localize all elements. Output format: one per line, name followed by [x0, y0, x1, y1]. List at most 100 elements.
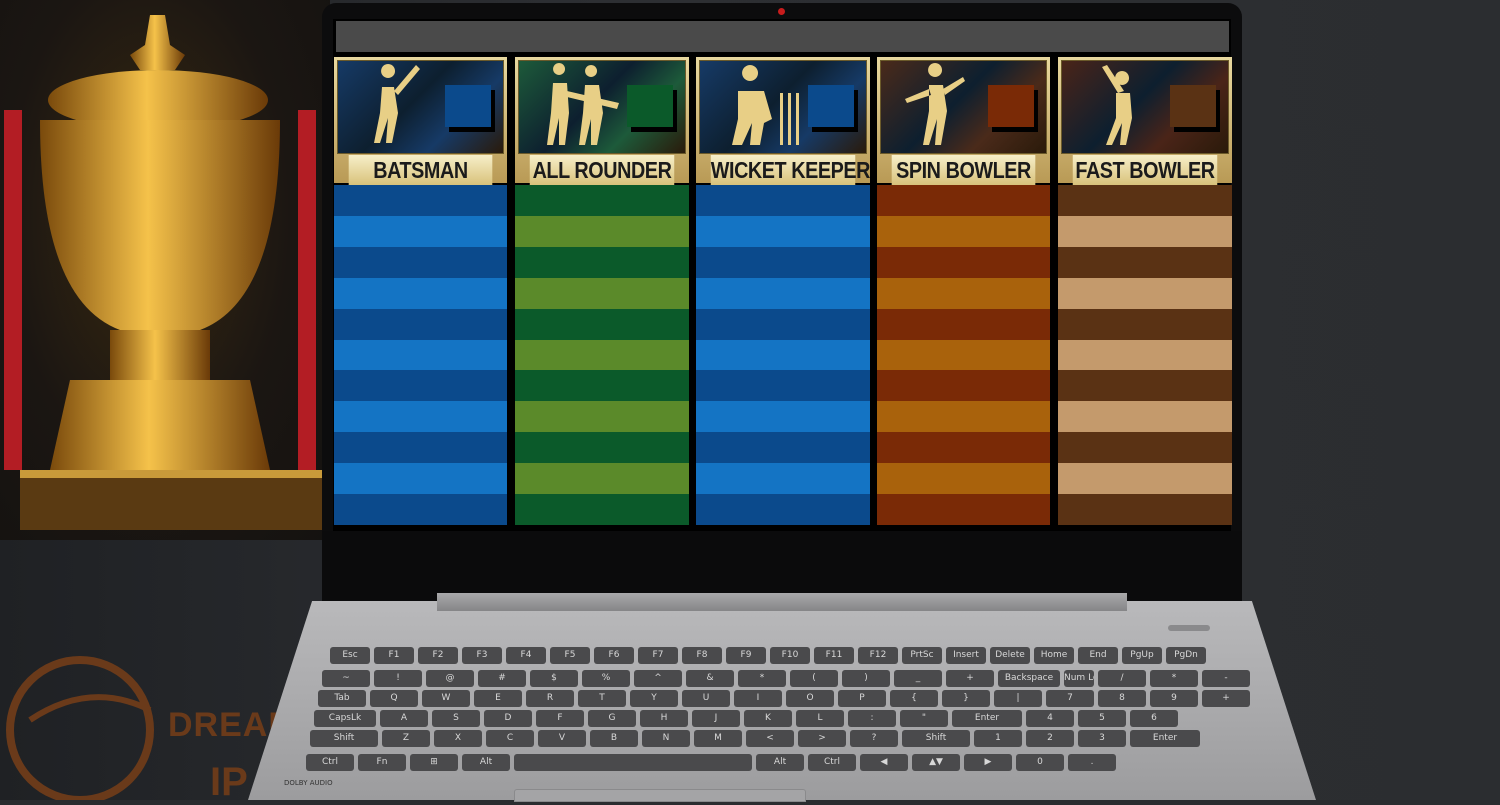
- key[interactable]: 0: [1016, 754, 1064, 771]
- role-card[interactable]: SPIN BOWLER: [877, 57, 1050, 185]
- slot-row[interactable]: [696, 215, 870, 247]
- key[interactable]: CapsLk: [314, 710, 376, 727]
- role-column-spin-bowler[interactable]: SPIN BOWLER: [877, 57, 1050, 525]
- key[interactable]: _: [894, 670, 942, 687]
- slot-row[interactable]: [334, 185, 507, 216]
- slot-row[interactable]: [1058, 308, 1232, 340]
- slot-row[interactable]: [515, 339, 689, 371]
- key[interactable]: ▲▼: [912, 754, 960, 771]
- key[interactable]: 7: [1046, 690, 1094, 707]
- key[interactable]: K: [744, 710, 792, 727]
- key[interactable]: &: [686, 670, 734, 687]
- key[interactable]: Tab: [318, 690, 366, 707]
- key[interactable]: C: [486, 730, 534, 747]
- key[interactable]: :: [848, 710, 896, 727]
- slot-row[interactable]: [696, 339, 870, 371]
- slot-row[interactable]: [877, 494, 1050, 525]
- key[interactable]: F: [536, 710, 584, 727]
- key[interactable]: B: [590, 730, 638, 747]
- slot-row[interactable]: [696, 463, 870, 495]
- key[interactable]: H: [640, 710, 688, 727]
- key[interactable]: PgDn: [1166, 647, 1206, 664]
- slot-row[interactable]: [1058, 277, 1232, 309]
- slot-row[interactable]: [334, 215, 507, 247]
- slot-row[interactable]: [696, 401, 870, 433]
- key[interactable]: #: [478, 670, 526, 687]
- key[interactable]: F9: [726, 647, 766, 664]
- slot-row[interactable]: [696, 370, 870, 402]
- slot-row[interactable]: [334, 370, 507, 402]
- key[interactable]: A: [380, 710, 428, 727]
- key[interactable]: Home: [1034, 647, 1074, 664]
- key[interactable]: +: [946, 670, 994, 687]
- key[interactable]: }: [942, 690, 990, 707]
- key[interactable]: Insert: [946, 647, 986, 664]
- key[interactable]: %: [582, 670, 630, 687]
- role-card[interactable]: ALL ROUNDER: [515, 57, 689, 185]
- key[interactable]: PgUp: [1122, 647, 1162, 664]
- slot-row[interactable]: [696, 494, 870, 525]
- role-column-all-rounder[interactable]: ALL ROUNDER: [515, 57, 689, 525]
- slot-row[interactable]: [696, 277, 870, 309]
- slot-row[interactable]: [1058, 339, 1232, 371]
- slot-row[interactable]: [696, 246, 870, 278]
- key[interactable]: Fn: [358, 754, 406, 771]
- key[interactable]: L: [796, 710, 844, 727]
- role-column-batsman[interactable]: BATSMAN: [334, 57, 507, 525]
- key[interactable]: End: [1078, 647, 1118, 664]
- key[interactable]: Enter: [1130, 730, 1200, 747]
- slot-row[interactable]: [515, 370, 689, 402]
- key[interactable]: Shift: [902, 730, 970, 747]
- key[interactable]: Y: [630, 690, 678, 707]
- key[interactable]: F6: [594, 647, 634, 664]
- key[interactable]: Alt: [462, 754, 510, 771]
- key[interactable]: ▶: [964, 754, 1012, 771]
- slot-row[interactable]: [515, 308, 689, 340]
- slot-row[interactable]: [334, 432, 507, 464]
- key[interactable]: ~: [322, 670, 370, 687]
- slot-row[interactable]: [1058, 185, 1232, 216]
- key[interactable]: W: [422, 690, 470, 707]
- slot-row[interactable]: [1058, 246, 1232, 278]
- key[interactable]: ⊞: [410, 754, 458, 771]
- slot-row[interactable]: [1058, 215, 1232, 247]
- slot-row[interactable]: [877, 401, 1050, 433]
- role-card[interactable]: WICKET KEEPER: [696, 57, 870, 185]
- slot-row[interactable]: [1058, 370, 1232, 402]
- key[interactable]: Num Lock: [1064, 670, 1094, 687]
- key[interactable]: P: [838, 690, 886, 707]
- key[interactable]: @: [426, 670, 474, 687]
- key[interactable]: F7: [638, 647, 678, 664]
- role-card[interactable]: BATSMAN: [334, 57, 507, 185]
- key[interactable]: PrtSc: [902, 647, 942, 664]
- slot-row[interactable]: [515, 494, 689, 525]
- key[interactable]: 2: [1026, 730, 1074, 747]
- key[interactable]: J: [692, 710, 740, 727]
- key[interactable]: R: [526, 690, 574, 707]
- key[interactable]: Q: [370, 690, 418, 707]
- key[interactable]: (: [790, 670, 838, 687]
- key[interactable]: G: [588, 710, 636, 727]
- key[interactable]: *: [738, 670, 786, 687]
- key[interactable]: F10: [770, 647, 810, 664]
- key[interactable]: Shift: [310, 730, 378, 747]
- key[interactable]: +: [1202, 690, 1250, 707]
- key[interactable]: 3: [1078, 730, 1126, 747]
- slot-row[interactable]: [877, 246, 1050, 278]
- key[interactable]: F11: [814, 647, 854, 664]
- key[interactable]: T: [578, 690, 626, 707]
- key[interactable]: Alt: [756, 754, 804, 771]
- trackpad[interactable]: [514, 789, 806, 802]
- key[interactable]: ): [842, 670, 890, 687]
- key[interactable]: 8: [1098, 690, 1146, 707]
- slot-row[interactable]: [334, 277, 507, 309]
- slot-row[interactable]: [877, 215, 1050, 247]
- slot-row[interactable]: [334, 494, 507, 525]
- key[interactable]: F12: [858, 647, 898, 664]
- key[interactable]: ?: [850, 730, 898, 747]
- key[interactable]: -: [1202, 670, 1250, 687]
- slot-row[interactable]: [515, 463, 689, 495]
- role-card[interactable]: FAST BOWLER: [1058, 57, 1232, 185]
- slot-row[interactable]: [515, 401, 689, 433]
- key[interactable]: V: [538, 730, 586, 747]
